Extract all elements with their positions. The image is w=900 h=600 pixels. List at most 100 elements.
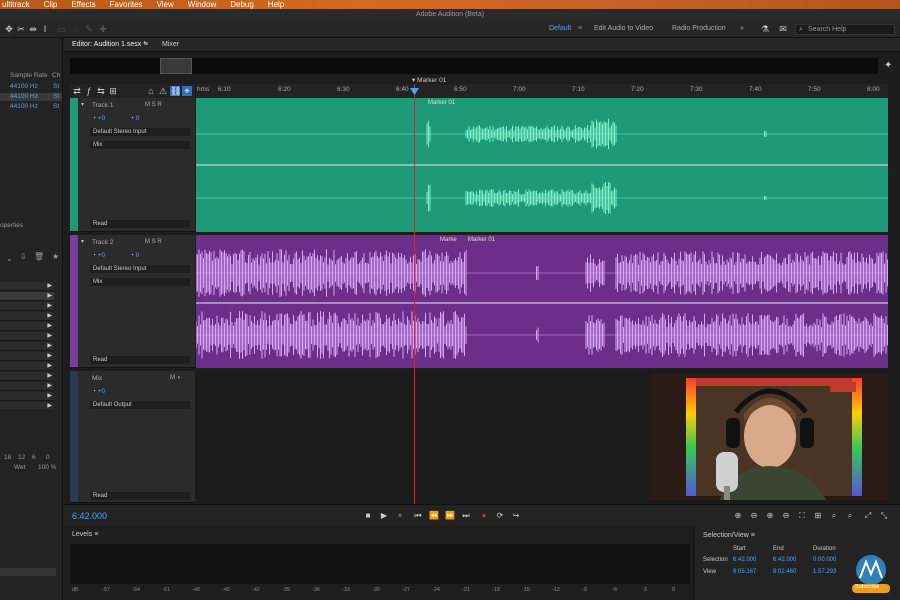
track-input-select[interactable]: Default Stereo Input <box>90 265 190 273</box>
zoom-in-time-icon[interactable]: ⊕ <box>764 510 776 522</box>
healing-tool-icon[interactable]: ✚ <box>98 24 108 34</box>
lasso-tool-icon[interactable]: ◌ <box>70 24 80 34</box>
view-duration[interactable]: 1:57.293 <box>813 569 836 575</box>
selection-start[interactable]: 6:42.000 <box>733 557 756 563</box>
effect-slot[interactable]: ▶ <box>0 292 54 301</box>
col-sample-rate[interactable]: Sample Rate <box>10 72 48 79</box>
track-name[interactable]: Track 2 <box>92 239 113 246</box>
volume-knob[interactable]: ◔ +0 <box>92 115 105 122</box>
go-to-end-button[interactable]: ⏭ <box>460 510 472 522</box>
workspace-menu-icon[interactable]: ≡ <box>578 25 582 32</box>
pin-icon[interactable]: ✦ <box>884 60 892 71</box>
menu-view[interactable]: View <box>157 0 174 9</box>
zoom-out-icon[interactable]: ⌕ <box>844 510 856 522</box>
effect-slot[interactable]: ▶ <box>0 382 54 391</box>
track-msr-buttons[interactable]: M S R <box>145 239 162 245</box>
menu-window[interactable]: Window <box>188 0 216 9</box>
playhead-handle-icon[interactable] <box>410 88 419 95</box>
slip-tool-icon[interactable]: ⇹ <box>28 24 38 34</box>
zoom-in-amplitude-icon[interactable]: ⊕ <box>732 510 744 522</box>
chevron-down-icon[interactable]: ⌄ <box>6 254 13 263</box>
subscribe-label[interactable]: Subscribe <box>855 584 879 590</box>
collapse-icon[interactable]: ▾ <box>81 238 84 245</box>
favorite-icon[interactable]: ★ <box>52 252 59 261</box>
automation-mode-select[interactable]: Read <box>90 220 190 228</box>
learn-icon[interactable]: ⚗ <box>760 24 770 34</box>
menu-favorites[interactable]: Favorites <box>110 0 143 9</box>
track2-clip[interactable]: Marke Marker 01 <box>196 235 888 368</box>
workspace-more[interactable]: » <box>740 25 744 32</box>
sends-icon[interactable]: ⇆ <box>96 86 106 96</box>
razor-tool-icon[interactable]: ✂ <box>16 24 26 34</box>
eq-icon[interactable]: ⊞ <box>108 86 118 96</box>
menu-multitrack[interactable]: ultitrack <box>2 0 30 9</box>
track-output-select[interactable]: Mix <box>90 278 190 286</box>
zoom-navigator[interactable] <box>70 58 878 74</box>
delete-icon[interactable]: 🗑 <box>34 252 44 261</box>
link-icon[interactable]: ⛓ <box>170 86 181 96</box>
skip-button[interactable]: ↪ <box>510 510 522 522</box>
view-start[interactable]: 6:05.167 <box>733 569 756 575</box>
effect-slot[interactable]: ▶ <box>0 372 54 381</box>
col-channels[interactable]: Ch <box>52 72 60 79</box>
time-icon[interactable]: ⌖ <box>182 86 192 96</box>
panel-menu-icon[interactable]: ≡ <box>94 531 98 538</box>
fast-forward-button[interactable]: ⏩ <box>444 510 456 522</box>
effect-slot[interactable]: ▶ <box>0 362 54 371</box>
brush-tool-icon[interactable]: ✎ <box>84 24 94 34</box>
tab-editor[interactable]: Editor: Audition 1.sesx * <box>72 41 146 48</box>
track-name[interactable]: Mix <box>92 375 102 382</box>
zoom-out-time-icon[interactable]: ⊖ <box>780 510 792 522</box>
stop-button[interactable]: ■ <box>362 510 374 522</box>
record-button[interactable]: ● <box>478 510 490 522</box>
mix-buttons[interactable]: M ◑ <box>170 375 180 381</box>
marker-label[interactable]: ▾ Marker 01 <box>412 76 446 84</box>
time-select-tool-icon[interactable]: I <box>40 24 50 34</box>
playhead[interactable] <box>414 84 415 504</box>
view-end[interactable]: 8:02.460 <box>773 569 796 575</box>
effect-slot[interactable]: ▶ <box>0 282 54 291</box>
zoom-selection-icon[interactable]: ⊞ <box>812 510 824 522</box>
volume-knob[interactable]: ◔ +0 <box>92 388 105 395</box>
effect-slot[interactable]: ▶ <box>0 302 54 311</box>
effect-slot[interactable]: ▶ <box>0 312 54 321</box>
track-header-1[interactable]: ▾ Track 1 M S R ◔ +0 ◔ 0 Default Stereo … <box>70 98 195 232</box>
loop-button[interactable]: ⟳ <box>494 510 506 522</box>
track-output-select[interactable]: Default Output <box>90 401 190 409</box>
effect-slot[interactable]: ▶ <box>0 342 54 351</box>
menu-clip[interactable]: Clip <box>44 0 58 9</box>
timeline-ruler[interactable]: hms 6:10 6:20 6:30 6:40 6:50 7:00 7:10 7… <box>196 84 888 98</box>
go-to-start-button[interactable]: ⏮ <box>412 510 424 522</box>
search-help-input[interactable]: ⌕ Search Help <box>795 24 895 35</box>
zoom-out-amplitude-icon[interactable]: ⊖ <box>748 510 760 522</box>
effect-slot[interactable]: ▶ <box>0 392 54 401</box>
effect-slot[interactable]: ▶ <box>0 352 54 361</box>
collapse-icon[interactable]: ▾ <box>81 101 84 108</box>
metronome-icon[interactable]: ⚠ <box>158 86 168 96</box>
menu-debug[interactable]: Debug <box>230 0 254 9</box>
automation-mode-select[interactable]: Read <box>90 492 190 500</box>
scrollbar[interactable] <box>0 568 56 576</box>
track-header-mix[interactable]: Mix M ◑ ◔ +0 Default Output Read <box>70 371 195 503</box>
fx-icon[interactable]: ƒ <box>84 86 94 96</box>
pan-knob[interactable]: ◔ 0 <box>130 115 139 122</box>
file-row[interactable]: 44100 Hz St <box>0 93 62 101</box>
move-tool-icon[interactable]: ✥ <box>4 24 14 34</box>
zoom-navigator-thumb[interactable] <box>160 58 192 74</box>
menu-effects[interactable]: Effects <box>71 0 95 9</box>
pause-button[interactable]: ⏸ <box>394 510 406 522</box>
file-row[interactable]: 44100 Hz St <box>0 83 62 91</box>
snap-icon[interactable]: ⌂ <box>146 86 156 96</box>
tool-icon[interactable]: ⇄ <box>72 86 82 96</box>
rewind-button[interactable]: ⏪ <box>428 510 440 522</box>
effect-slot[interactable]: ▶ <box>0 322 54 331</box>
tab-menu-icon[interactable]: ≡ <box>144 41 148 48</box>
automation-mode-select[interactable]: Read <box>90 356 190 364</box>
track-msr-buttons[interactable]: M S R <box>145 102 162 108</box>
tab-mixer[interactable]: Mixer <box>162 41 179 48</box>
selection-end[interactable]: 6:42.000 <box>773 557 796 563</box>
menu-help[interactable]: Help <box>268 0 284 9</box>
zoom-full-icon[interactable]: ⛶ <box>796 510 808 522</box>
volume-knob[interactable]: ◔ +0 <box>92 252 105 259</box>
track-input-select[interactable]: Default Stereo Input <box>90 128 190 136</box>
